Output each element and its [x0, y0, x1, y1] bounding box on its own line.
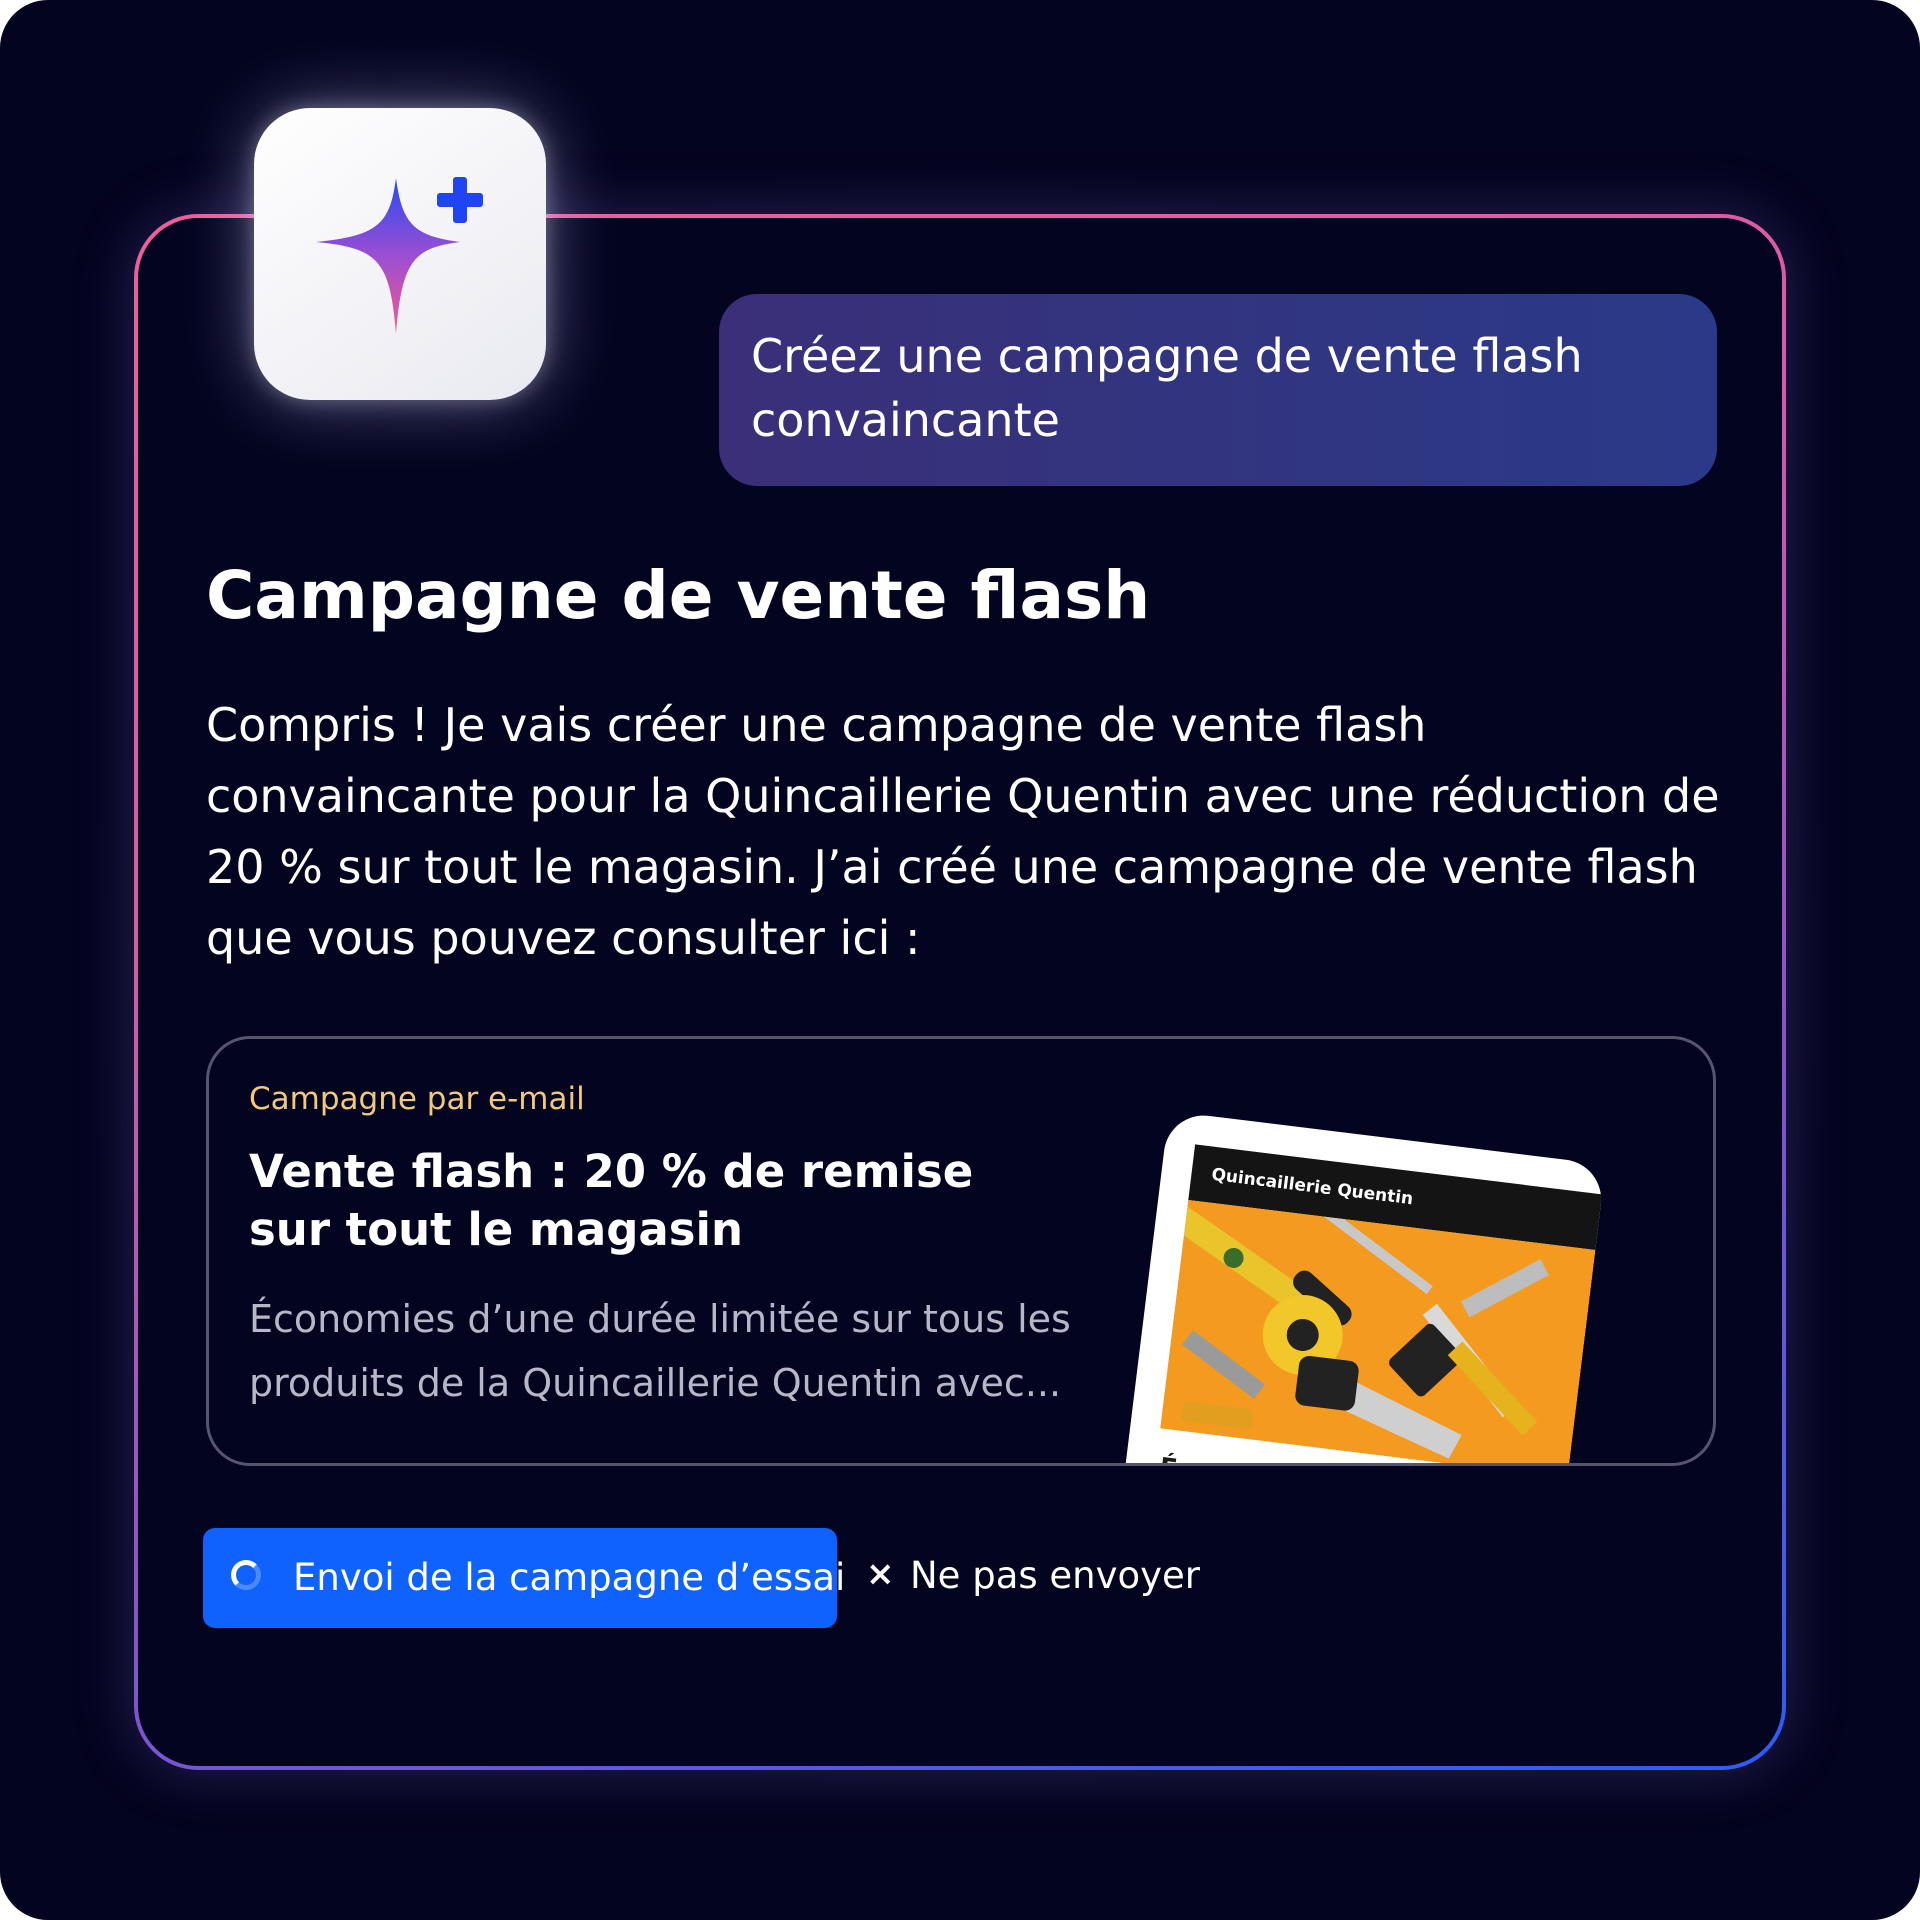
campaign-description: Économies d’une durée limitée sur tous l…	[249, 1297, 1071, 1405]
campaign-type-label: Campagne par e-mail	[249, 1081, 585, 1117]
spinner-icon	[231, 1560, 261, 1590]
send-test-campaign-label: Envoi de la campagne d’essai	[293, 1556, 846, 1599]
canvas: Créez une campagne de vente flash convai…	[0, 0, 1920, 1920]
response-title: Campagne de vente flash	[206, 557, 1151, 634]
response-body: Compris ! Je vais créer une campagne de …	[206, 698, 1720, 965]
campaign-title: Vente flash : 20 % de remise sur tout le…	[249, 1145, 974, 1256]
send-test-campaign-button[interactable]: Envoi de la campagne d’essai	[203, 1528, 845, 1628]
sparkle-plus-icon	[254, 108, 546, 400]
campaign-card[interactable]: Campagne par e-mail Vente flash : 20 % d…	[206, 1036, 1716, 1466]
user-prompt-bubble: Créez une campagne de vente flash convai…	[719, 294, 1717, 486]
email-preview-thumbnail: Quincaillerie Quentin	[1110, 1111, 1606, 1463]
close-icon: ×	[866, 1554, 895, 1594]
do-not-send-label: Ne pas envoyer	[910, 1554, 1201, 1597]
